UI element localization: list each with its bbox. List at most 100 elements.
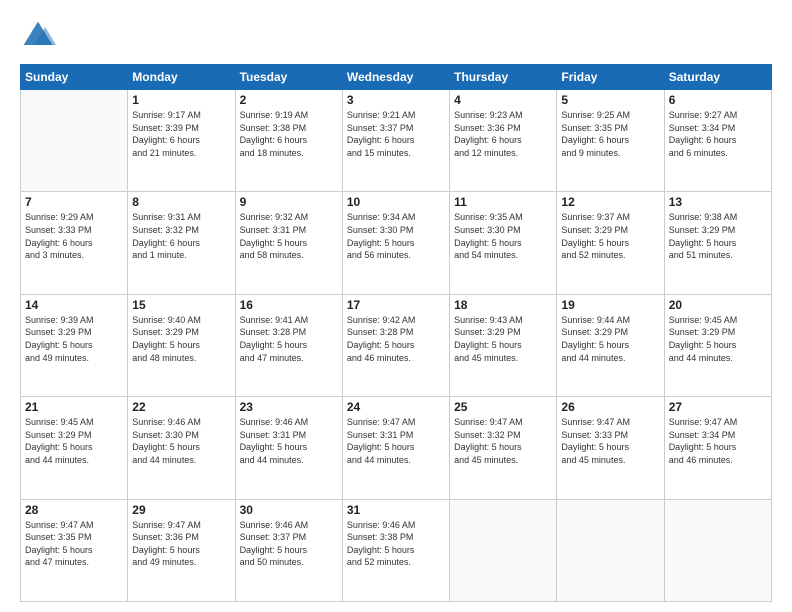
day-number: 18	[454, 298, 552, 312]
day-info: Sunrise: 9:43 AM Sunset: 3:29 PM Dayligh…	[454, 314, 552, 364]
day-info: Sunrise: 9:32 AM Sunset: 3:31 PM Dayligh…	[240, 211, 338, 261]
day-number: 20	[669, 298, 767, 312]
day-cell: 18 Sunrise: 9:43 AM Sunset: 3:29 PM Dayli…	[450, 294, 557, 396]
day-cell: 7 Sunrise: 9:29 AM Sunset: 3:33 PM Daylig…	[21, 192, 128, 294]
day-cell: 13 Sunrise: 9:38 AM Sunset: 3:29 PM Dayli…	[664, 192, 771, 294]
day-info: Sunrise: 9:46 AM Sunset: 3:37 PM Dayligh…	[240, 519, 338, 569]
day-number: 8	[132, 195, 230, 209]
day-cell: 10 Sunrise: 9:34 AM Sunset: 3:30 PM Dayli…	[342, 192, 449, 294]
logo-icon	[20, 18, 56, 54]
week-row-4: 21 Sunrise: 9:45 AM Sunset: 3:29 PM Dayli…	[21, 397, 772, 499]
day-number: 2	[240, 93, 338, 107]
day-cell: 6 Sunrise: 9:27 AM Sunset: 3:34 PM Daylig…	[664, 90, 771, 192]
day-number: 23	[240, 400, 338, 414]
day-cell: 22Sunrise: 9:46 AM Sunset: 3:30 PM Dayli…	[128, 397, 235, 499]
day-cell: 23Sunrise: 9:46 AM Sunset: 3:31 PM Dayli…	[235, 397, 342, 499]
weekday-header-monday: Monday	[128, 65, 235, 90]
day-info: Sunrise: 9:47 AM Sunset: 3:34 PM Dayligh…	[669, 416, 767, 466]
day-number: 17	[347, 298, 445, 312]
day-info: Sunrise: 9:47 AM Sunset: 3:36 PM Dayligh…	[132, 519, 230, 569]
day-info: Sunrise: 9:42 AM Sunset: 3:28 PM Dayligh…	[347, 314, 445, 364]
day-cell: 2 Sunrise: 9:19 AM Sunset: 3:38 PM Daylig…	[235, 90, 342, 192]
day-cell	[664, 499, 771, 601]
day-cell	[21, 90, 128, 192]
day-cell: 20 Sunrise: 9:45 AM Sunset: 3:29 PM Dayli…	[664, 294, 771, 396]
day-number: 4	[454, 93, 552, 107]
day-number: 24	[347, 400, 445, 414]
day-cell	[557, 499, 664, 601]
day-info: Sunrise: 9:34 AM Sunset: 3:30 PM Dayligh…	[347, 211, 445, 261]
day-number: 14	[25, 298, 123, 312]
day-info: Sunrise: 9:47 AM Sunset: 3:33 PM Dayligh…	[561, 416, 659, 466]
day-cell: 12 Sunrise: 9:37 AM Sunset: 3:29 PM Dayli…	[557, 192, 664, 294]
day-cell: 1Sunrise: 9:17 AM Sunset: 3:39 PM Daylig…	[128, 90, 235, 192]
day-info: Sunrise: 9:23 AM Sunset: 3:36 PM Dayligh…	[454, 109, 552, 159]
day-cell	[450, 499, 557, 601]
weekday-header-saturday: Saturday	[664, 65, 771, 90]
day-info: Sunrise: 9:47 AM Sunset: 3:32 PM Dayligh…	[454, 416, 552, 466]
weekday-header-tuesday: Tuesday	[235, 65, 342, 90]
day-info: Sunrise: 9:46 AM Sunset: 3:38 PM Dayligh…	[347, 519, 445, 569]
day-cell: 14Sunrise: 9:39 AM Sunset: 3:29 PM Dayli…	[21, 294, 128, 396]
day-cell: 4 Sunrise: 9:23 AM Sunset: 3:36 PM Daylig…	[450, 90, 557, 192]
day-cell: 25 Sunrise: 9:47 AM Sunset: 3:32 PM Dayli…	[450, 397, 557, 499]
day-number: 21	[25, 400, 123, 414]
day-cell: 28 Sunrise: 9:47 AM Sunset: 3:35 PM Dayli…	[21, 499, 128, 601]
day-info: Sunrise: 9:35 AM Sunset: 3:30 PM Dayligh…	[454, 211, 552, 261]
day-info: Sunrise: 9:45 AM Sunset: 3:29 PM Dayligh…	[669, 314, 767, 364]
header	[20, 18, 772, 54]
day-cell: 9 Sunrise: 9:32 AM Sunset: 3:31 PM Daylig…	[235, 192, 342, 294]
day-cell: 30 Sunrise: 9:46 AM Sunset: 3:37 PM Dayli…	[235, 499, 342, 601]
weekday-header-thursday: Thursday	[450, 65, 557, 90]
day-info: Sunrise: 9:19 AM Sunset: 3:38 PM Dayligh…	[240, 109, 338, 159]
day-info: Sunrise: 9:29 AM Sunset: 3:33 PM Dayligh…	[25, 211, 123, 261]
day-cell: 29 Sunrise: 9:47 AM Sunset: 3:36 PM Dayli…	[128, 499, 235, 601]
day-number: 22	[132, 400, 230, 414]
day-number: 12	[561, 195, 659, 209]
logo	[20, 18, 60, 54]
day-info: Sunrise: 9:38 AM Sunset: 3:29 PM Dayligh…	[669, 211, 767, 261]
day-cell: 3 Sunrise: 9:21 AM Sunset: 3:37 PM Daylig…	[342, 90, 449, 192]
day-number: 3	[347, 93, 445, 107]
weekday-header-friday: Friday	[557, 65, 664, 90]
day-number: 15	[132, 298, 230, 312]
weekday-header-wednesday: Wednesday	[342, 65, 449, 90]
day-number: 10	[347, 195, 445, 209]
day-number: 5	[561, 93, 659, 107]
day-cell: 16 Sunrise: 9:41 AM Sunset: 3:28 PM Dayli…	[235, 294, 342, 396]
day-number: 16	[240, 298, 338, 312]
day-number: 7	[25, 195, 123, 209]
day-cell: 5Sunrise: 9:25 AM Sunset: 3:35 PM Daylig…	[557, 90, 664, 192]
day-cell: 21 Sunrise: 9:45 AM Sunset: 3:29 PM Dayli…	[21, 397, 128, 499]
week-row-1: 1Sunrise: 9:17 AM Sunset: 3:39 PM Daylig…	[21, 90, 772, 192]
day-info: Sunrise: 9:41 AM Sunset: 3:28 PM Dayligh…	[240, 314, 338, 364]
day-number: 27	[669, 400, 767, 414]
week-row-2: 7 Sunrise: 9:29 AM Sunset: 3:33 PM Daylig…	[21, 192, 772, 294]
day-number: 28	[25, 503, 123, 517]
day-cell: 31 Sunrise: 9:46 AM Sunset: 3:38 PM Dayli…	[342, 499, 449, 601]
day-info: Sunrise: 9:47 AM Sunset: 3:35 PM Dayligh…	[25, 519, 123, 569]
day-number: 9	[240, 195, 338, 209]
day-info: Sunrise: 9:27 AM Sunset: 3:34 PM Dayligh…	[669, 109, 767, 159]
day-info: Sunrise: 9:21 AM Sunset: 3:37 PM Dayligh…	[347, 109, 445, 159]
day-cell: 24 Sunrise: 9:47 AM Sunset: 3:31 PM Dayli…	[342, 397, 449, 499]
day-number: 30	[240, 503, 338, 517]
day-number: 31	[347, 503, 445, 517]
page: SundayMondayTuesdayWednesdayThursdayFrid…	[0, 0, 792, 612]
day-number: 13	[669, 195, 767, 209]
day-number: 6	[669, 93, 767, 107]
day-cell: 26Sunrise: 9:47 AM Sunset: 3:33 PM Dayli…	[557, 397, 664, 499]
day-info: Sunrise: 9:45 AM Sunset: 3:29 PM Dayligh…	[25, 416, 123, 466]
day-info: Sunrise: 9:40 AM Sunset: 3:29 PM Dayligh…	[132, 314, 230, 364]
weekday-header-sunday: Sunday	[21, 65, 128, 90]
day-number: 11	[454, 195, 552, 209]
day-info: Sunrise: 9:47 AM Sunset: 3:31 PM Dayligh…	[347, 416, 445, 466]
day-info: Sunrise: 9:37 AM Sunset: 3:29 PM Dayligh…	[561, 211, 659, 261]
day-number: 19	[561, 298, 659, 312]
day-number: 1	[132, 93, 230, 107]
day-info: Sunrise: 9:44 AM Sunset: 3:29 PM Dayligh…	[561, 314, 659, 364]
day-number: 25	[454, 400, 552, 414]
day-number: 29	[132, 503, 230, 517]
day-cell: 15 Sunrise: 9:40 AM Sunset: 3:29 PM Dayli…	[128, 294, 235, 396]
week-row-3: 14Sunrise: 9:39 AM Sunset: 3:29 PM Dayli…	[21, 294, 772, 396]
